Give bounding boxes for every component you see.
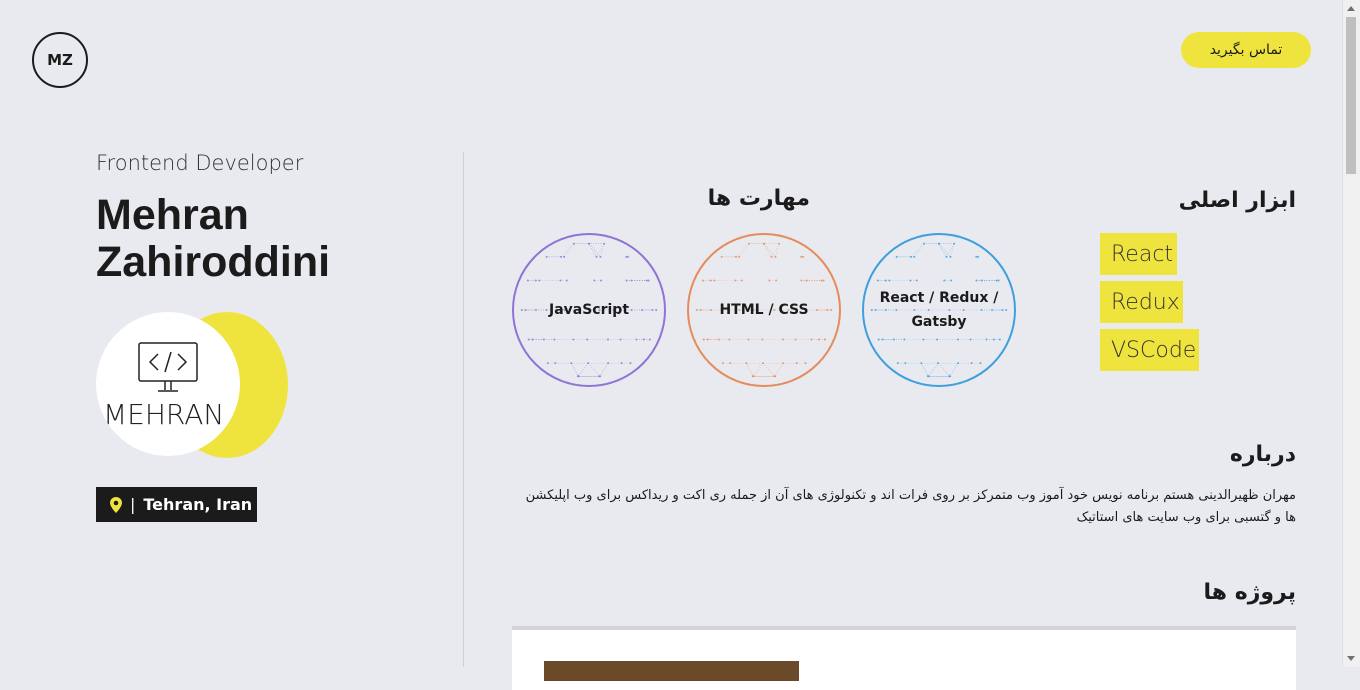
- skill-circle: React / Redux / Gatsby: [862, 233, 1016, 387]
- projects-heading: پروژه ها: [1203, 580, 1296, 605]
- last-name: Zahiroddini: [96, 238, 331, 286]
- avatar-text: MEHRAN: [103, 398, 225, 431]
- location-separator: |: [130, 495, 136, 514]
- skill-label: React / Redux / Gatsby: [879, 290, 999, 330]
- map-pin-icon: [110, 496, 122, 513]
- avatar: MEHRAN: [96, 312, 288, 460]
- project-thumbnail[interactable]: [544, 661, 799, 681]
- about-heading: درباره: [1229, 442, 1296, 467]
- scrollbar-thumb[interactable]: [1346, 17, 1356, 174]
- skill-label: JavaScript: [548, 302, 630, 318]
- avatar-circle: MEHRAN: [96, 312, 240, 456]
- project-card[interactable]: [512, 626, 1296, 690]
- skills-heading: مهارت ها: [707, 186, 810, 211]
- code-monitor-icon: [138, 342, 198, 392]
- tool-tag: React: [1100, 233, 1177, 275]
- profile-name: Mehran Zahiroddini: [96, 192, 436, 286]
- location-text: Tehran, Iran: [143, 495, 253, 514]
- job-title: Frontend Developer: [96, 151, 304, 175]
- skill-circle: JavaScript: [512, 233, 666, 387]
- logo[interactable]: MZ: [32, 32, 88, 88]
- location-badge: | Tehran, Iran: [96, 487, 257, 522]
- tool-tag: Redux: [1100, 281, 1183, 323]
- first-name: Mehran: [96, 191, 249, 239]
- skill-label: HTML / CSS: [719, 302, 809, 318]
- scroll-down-icon[interactable]: [1347, 656, 1355, 661]
- scroll-up-icon[interactable]: [1347, 6, 1355, 11]
- about-text: مهران ظهیرالدینی هستم برنامه نویس خود آم…: [525, 488, 1296, 525]
- scrollbar[interactable]: [1342, 0, 1360, 667]
- vertical-divider: [463, 152, 464, 667]
- contact-button[interactable]: تماس بگیرید: [1181, 32, 1311, 68]
- tool-tag: VSCode: [1100, 329, 1199, 371]
- skill-circle: HTML / CSS: [687, 233, 841, 387]
- tools-heading: ابزار اصلی: [1178, 188, 1296, 213]
